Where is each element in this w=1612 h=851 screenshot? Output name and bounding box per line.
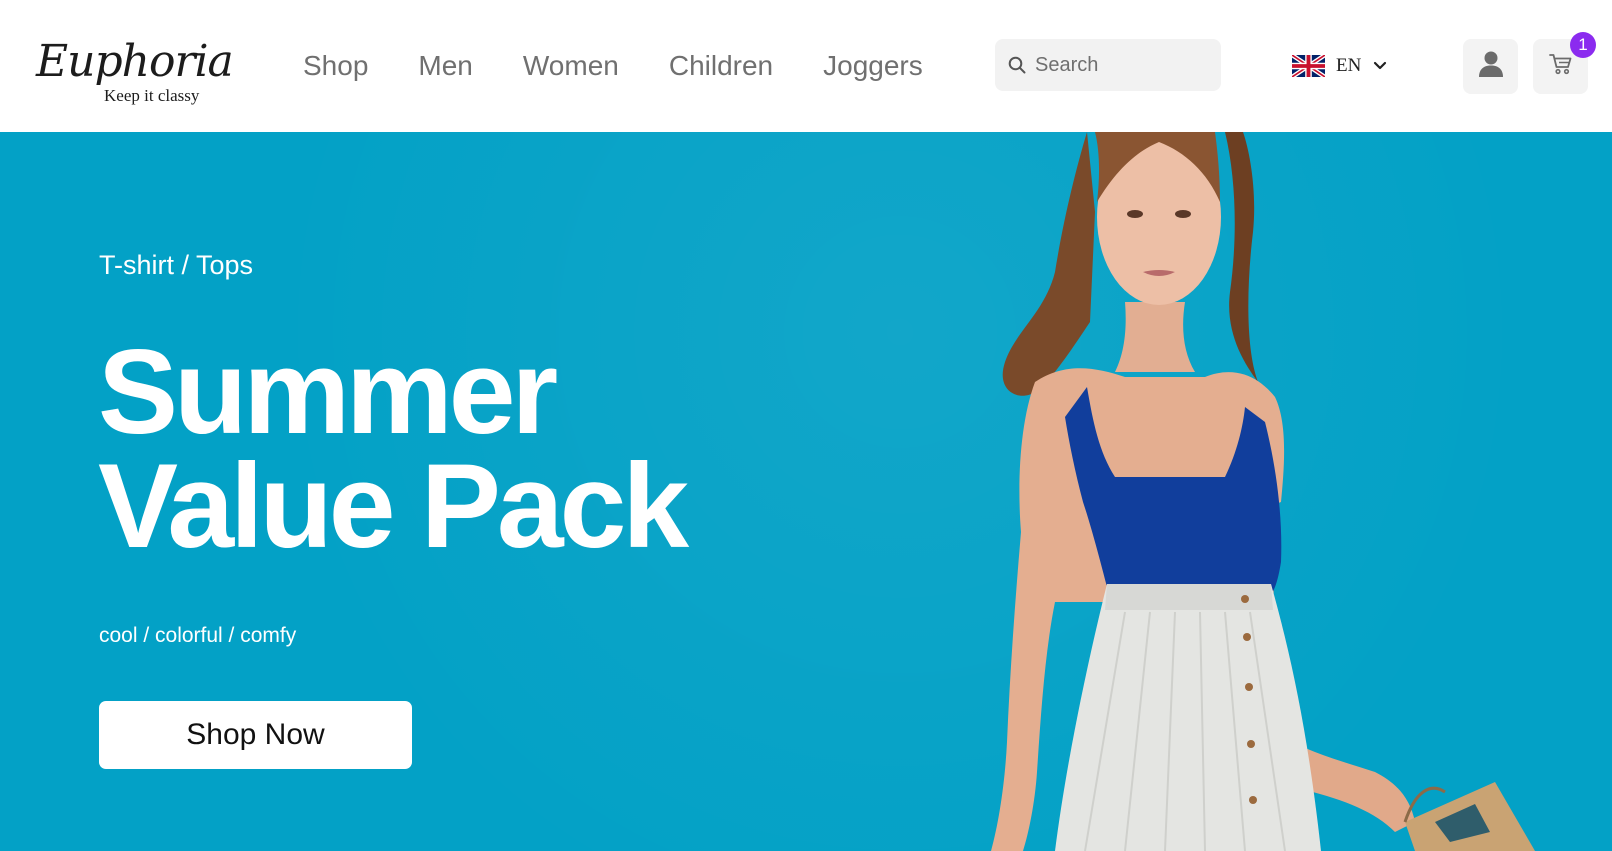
user-icon	[1478, 50, 1504, 83]
brand-logo[interactable]: Euphoria Keep it classy	[36, 36, 234, 112]
cart-icon	[1548, 53, 1573, 80]
uk-flag-icon	[1290, 53, 1327, 79]
language-selector[interactable]: EN	[1290, 52, 1387, 80]
nav-item-children[interactable]: Children	[669, 44, 773, 88]
brand-tagline: Keep it classy	[104, 86, 200, 105]
cart-count-badge: 1	[1570, 32, 1596, 58]
nav-item-joggers[interactable]: Joggers	[823, 44, 923, 88]
hero-model-image	[991, 132, 1535, 851]
main-nav: Shop Men Women Children Joggers	[303, 44, 973, 88]
search-input[interactable]	[1033, 52, 1217, 78]
shop-now-button[interactable]: Shop Now	[99, 701, 412, 769]
chevron-down-icon	[1373, 59, 1387, 73]
hero-headline-line-1: Summer	[98, 325, 558, 459]
nav-item-men[interactable]: Men	[418, 44, 472, 88]
search-icon	[1007, 55, 1027, 75]
cart-button[interactable]: 1	[1533, 32, 1596, 94]
hero-subtitle: T-shirt / Tops	[99, 250, 254, 280]
hero-tagline: cool / colorful / comfy	[99, 624, 297, 647]
hero-headline: Summer Value Pack	[98, 325, 689, 573]
site-header: Euphoria Keep it classy Shop Men Women C…	[0, 0, 1612, 132]
search-box[interactable]	[995, 39, 1221, 91]
account-button[interactable]	[1463, 39, 1518, 94]
brand-name: Euphoria	[36, 36, 234, 87]
hero-headline-line-2: Value Pack	[98, 439, 689, 573]
nav-item-shop[interactable]: Shop	[303, 44, 368, 88]
language-label: EN	[1336, 55, 1362, 76]
hero-banner: T-shirt / Tops Summer Value Pack cool / …	[0, 132, 1612, 851]
nav-item-women[interactable]: Women	[523, 44, 619, 88]
